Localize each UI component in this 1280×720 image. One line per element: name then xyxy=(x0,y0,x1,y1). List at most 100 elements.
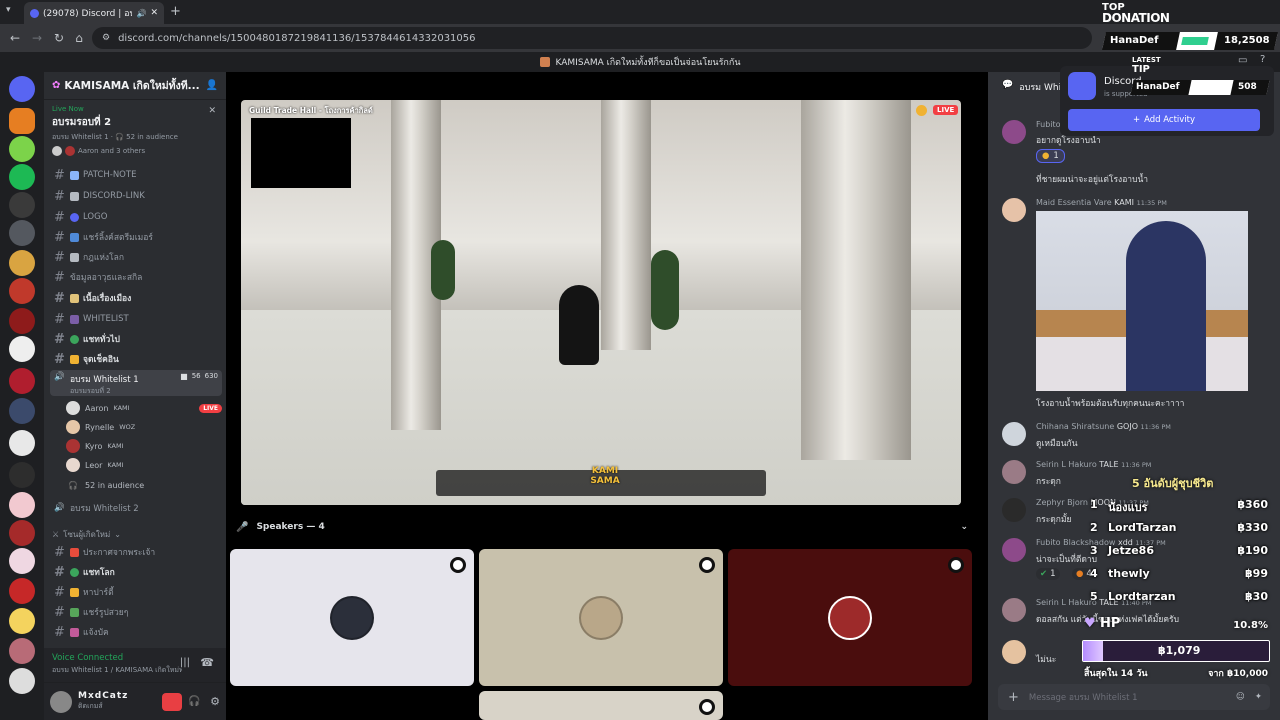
server-icon[interactable] xyxy=(9,430,35,456)
activity-icon[interactable]: ✦ xyxy=(1255,692,1262,702)
soundboard-icon[interactable]: ||| xyxy=(180,657,190,668)
voice-user[interactable]: Aaron KAMI LIVE xyxy=(66,399,222,417)
server-icon[interactable] xyxy=(9,308,35,334)
voice-user[interactable]: Kyro KAMI xyxy=(66,437,222,455)
tab-audio-icon[interactable]: 🔊 xyxy=(136,9,146,18)
live-now-card[interactable]: Live Now อบรมรอบที่ 2 อบรม Whitelist 1 ·… xyxy=(44,102,226,160)
headphones-icon[interactable]: 🎧 xyxy=(188,696,200,707)
channel-item[interactable]: # ข้อมูลอาวุธและสกิล xyxy=(50,268,222,286)
server-header[interactable]: ✿ KAMISAMA เกิดใหม่ทั้งที... 👤 xyxy=(44,72,226,100)
chat-message[interactable]: โรงอาบน้ำพร้อมต้อนรับทุกคนนะคะาาาา xyxy=(1000,396,1270,410)
close-icon[interactable]: ✕ xyxy=(208,106,216,116)
server-icon[interactable] xyxy=(9,250,35,276)
back-icon[interactable]: ← xyxy=(6,29,24,47)
server-icon[interactable] xyxy=(9,336,35,362)
reload-icon[interactable]: ↻ xyxy=(50,29,68,47)
server-icon[interactable] xyxy=(9,608,35,634)
channel-item[interactable]: # เนื้อเรื่องเมือง xyxy=(50,289,222,307)
plus-icon[interactable]: + xyxy=(1008,690,1019,705)
channel-item[interactable]: # แจ้งบัค xyxy=(50,623,222,641)
chat-message[interactable]: Maid Essentia Vare KAMI 11:35 PM xyxy=(1000,198,1270,398)
stream-video[interactable]: Guild Trade Hall - โถงการค้ากิลด์ KAMI S… xyxy=(241,100,961,505)
stage-moderator-icon[interactable] xyxy=(699,557,715,573)
hash-icon: # xyxy=(54,584,65,600)
server-icon[interactable] xyxy=(9,578,35,604)
voice-user[interactable]: Rynelle WOZ xyxy=(66,418,222,436)
speaker-tile[interactable] xyxy=(479,691,723,720)
server-icon[interactable] xyxy=(9,548,35,574)
channel-item[interactable]: # กฎแห่งโลก xyxy=(50,248,222,266)
chat-message[interactable]: ที่ชายผมน่าจะอยู่แต่โรงอาบน้ำ xyxy=(1000,172,1270,186)
tab-close-icon[interactable]: ✕ xyxy=(150,8,158,18)
server-icon[interactable] xyxy=(9,278,35,304)
channel-label: หาปาร์ตี้ xyxy=(83,588,114,598)
stage-moderator-icon[interactable] xyxy=(699,699,715,715)
voice-channel-path[interactable]: อบรม Whitelist 1 / KAMISAMA เกิดใหม่ท... xyxy=(52,665,182,676)
avatar[interactable] xyxy=(50,690,72,713)
channel-item[interactable]: # ประกาศจากพระเจ้า xyxy=(50,543,222,561)
speakers-label: Speakers — 4 xyxy=(256,522,325,532)
voice-channel-item[interactable]: 🔊 อบรม Whitelist 2 xyxy=(50,499,222,517)
server-icon[interactable] xyxy=(9,638,35,664)
stage-moderator-icon[interactable] xyxy=(948,557,964,573)
server-icon[interactable] xyxy=(9,520,35,546)
new-tab-icon[interactable]: + xyxy=(170,4,181,19)
site-info-icon[interactable]: ⚙ xyxy=(102,33,110,43)
chat-message[interactable]: Chihana Shiratsune GOJO 11:36 PM ดูเหมือ… xyxy=(1000,422,1270,452)
chat-input[interactable]: + Message อบรม Whitelist 1 ☺ ✦ xyxy=(998,684,1270,710)
address-bar[interactable]: ⚙ discord.com/channels/15004801872198411… xyxy=(92,27,1092,49)
leaderboard-row: 2 LordTarzan ฿330 xyxy=(1080,521,1270,541)
chevron-down-icon[interactable]: ⌄ xyxy=(960,522,968,532)
server-icon[interactable] xyxy=(9,398,35,424)
speaker-tile[interactable] xyxy=(728,549,972,686)
add-member-icon[interactable]: 👤 xyxy=(206,80,218,91)
top-donation-title: DONATION xyxy=(1102,11,1170,25)
tab-list-icon[interactable]: ▾ xyxy=(6,5,18,17)
message-image[interactable] xyxy=(1036,211,1248,391)
channel-item[interactable]: # แชทโลก xyxy=(50,563,222,581)
speaker-tile[interactable] xyxy=(479,549,723,686)
browser-tab[interactable]: (29078) Discord | อบรม Whitelist 🔊 ✕ xyxy=(24,2,164,24)
voice-channel-item[interactable]: 🔊 อบรม Whitelist 1 อบรมรอบที่ 2 ■ 56 630 xyxy=(50,370,222,396)
mic-muted-icon[interactable] xyxy=(162,692,182,711)
channel-item[interactable]: # LOGO xyxy=(50,208,222,226)
speaker-tile[interactable] xyxy=(230,549,474,686)
reaction[interactable]: ✔ 1 xyxy=(1036,568,1060,580)
forward-icon[interactable]: → xyxy=(28,29,46,47)
server-icon[interactable] xyxy=(9,462,35,488)
stream-pillar xyxy=(601,100,651,350)
audience-row[interactable]: 🎧 52 in audience xyxy=(66,476,222,494)
browser-chrome: ▾ (29078) Discord | อบรม Whitelist 🔊 ✕ +… xyxy=(0,0,1280,52)
server-icon[interactable] xyxy=(9,368,35,394)
stage-moderator-icon[interactable] xyxy=(450,557,466,573)
server-icon[interactable] xyxy=(9,220,35,246)
channel-item[interactable]: # PATCH-NOTE xyxy=(50,166,222,184)
channel-item[interactable]: # แชททั่วไป xyxy=(50,330,222,348)
home-server-icon[interactable] xyxy=(9,76,35,102)
speaker-icon: 🔊 xyxy=(54,503,65,513)
channel-item[interactable]: # จุดเช็คอิน xyxy=(50,350,222,368)
server-icon[interactable] xyxy=(9,192,35,218)
avatar xyxy=(1002,640,1026,664)
reaction[interactable]: ● 1 xyxy=(1036,149,1065,163)
server-icon[interactable] xyxy=(9,136,35,162)
disconnect-icon[interactable]: ☎ xyxy=(200,656,214,669)
add-activity-button[interactable]: + Add Activity xyxy=(1068,109,1260,131)
speakers-header[interactable]: 🎤 Speakers — 4 ⌄ xyxy=(226,512,988,542)
server-icon[interactable] xyxy=(9,164,35,190)
channel-item[interactable]: # แชร์ลิ้งค์สตรีมเมอร์ xyxy=(50,228,222,246)
server-icon[interactable] xyxy=(9,492,35,518)
channel-item[interactable]: # DISCORD-LINK xyxy=(50,187,222,205)
emoji-icon[interactable]: ☺ xyxy=(1236,692,1245,702)
user-tag: WOZ xyxy=(119,423,136,431)
voice-user[interactable]: Leor KAMI xyxy=(66,456,222,474)
home-icon[interactable]: ⌂ xyxy=(70,29,88,47)
server-icon[interactable] xyxy=(9,668,35,694)
category-header[interactable]: ⚔ โซนผู้เกิดใหม่ ⌄ xyxy=(48,525,220,543)
channel-item[interactable]: # WHITELIST xyxy=(50,310,222,328)
link-icon xyxy=(70,191,79,201)
channel-item[interactable]: # หาปาร์ตี้ xyxy=(50,583,222,601)
settings-icon[interactable]: ⚙ xyxy=(210,695,220,708)
server-icon[interactable] xyxy=(9,108,35,134)
channel-item[interactable]: # แชร์รูปสวยๆ xyxy=(50,603,222,621)
